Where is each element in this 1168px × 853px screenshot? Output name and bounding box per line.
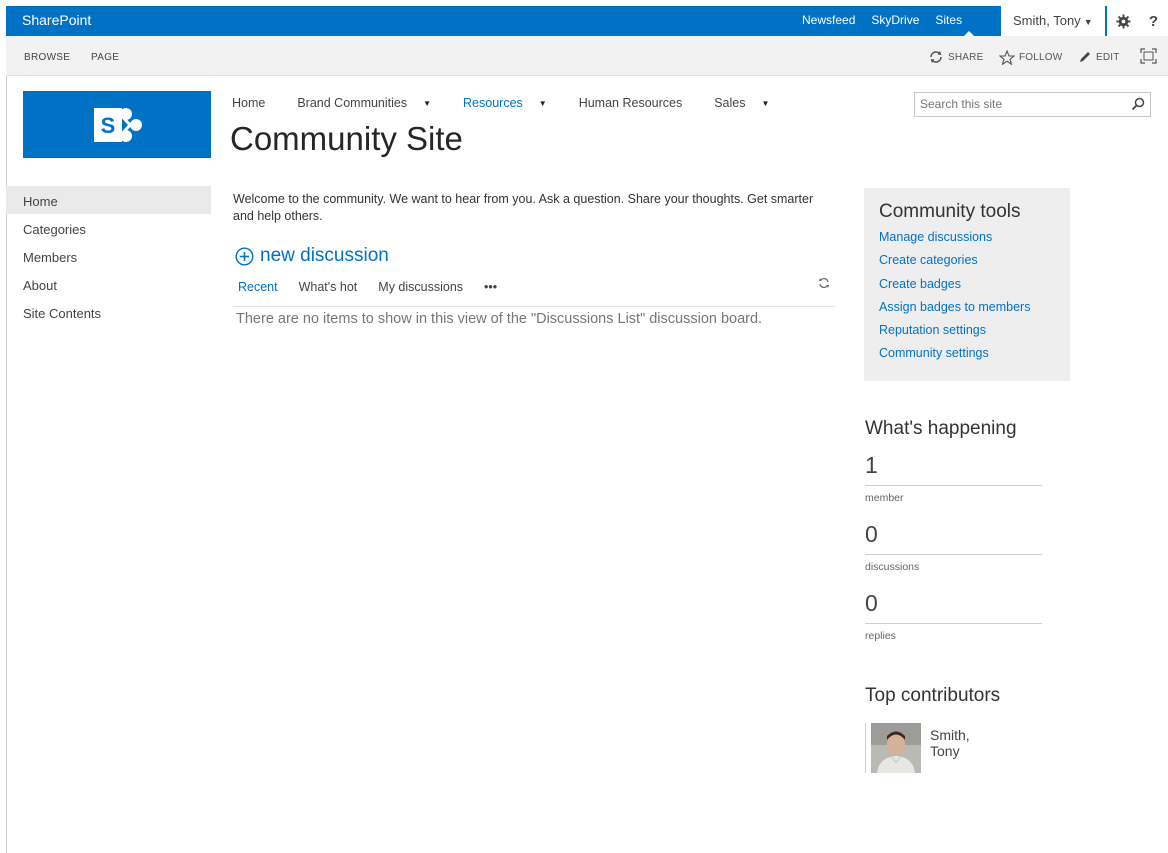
leftnav-about[interactable]: About bbox=[6, 270, 211, 298]
more-views-ellipsis-icon[interactable]: ••• bbox=[484, 280, 497, 294]
tab-page[interactable]: PAGE bbox=[91, 52, 119, 63]
contributor-name[interactable]: Smith, Tony bbox=[930, 727, 1000, 773]
quick-launch: Home Categories Members About Site Conte… bbox=[6, 186, 211, 326]
divider bbox=[865, 485, 1042, 486]
settings-gear-icon[interactable] bbox=[1107, 6, 1139, 36]
leftnav-site-contents[interactable]: Site Contents bbox=[6, 298, 211, 326]
stat-replies: 0 replies bbox=[865, 590, 1042, 659]
topnav-home-label: Home bbox=[232, 96, 266, 110]
topnav-home[interactable]: Home bbox=[232, 96, 265, 110]
star-icon bbox=[999, 50, 1015, 65]
ribbon: BROWSE PAGE SHARE FOLLOW EDIT bbox=[6, 36, 1168, 76]
view-selector: Recent What's hot My discussions ••• bbox=[238, 280, 518, 294]
manage-discussions-link[interactable]: Manage discussions bbox=[879, 230, 1070, 253]
dropdown-arrow-icon[interactable]: ▼ bbox=[762, 99, 770, 108]
community-tools-panel: Community tools Manage discussions Creat… bbox=[864, 188, 1070, 381]
topnav-resources[interactable]: Resources ▼ bbox=[463, 96, 547, 110]
top-contributors-title: Top contributors bbox=[865, 685, 1001, 706]
whats-happening-title: What's happening bbox=[865, 418, 1017, 439]
suite-links: Newsfeed SkyDrive Sites bbox=[802, 13, 978, 27]
svg-text:S: S bbox=[101, 113, 116, 138]
leftnav-home[interactable]: Home bbox=[6, 186, 211, 214]
topnav-human-resources[interactable]: Human Resources bbox=[579, 96, 683, 110]
divider bbox=[865, 623, 1042, 624]
share-label: SHARE bbox=[948, 51, 984, 63]
top-contributors-panel: Top contributors Smith, Tony bbox=[865, 685, 1001, 773]
divider bbox=[865, 554, 1042, 555]
suite-bar: SharePoint Newsfeed SkyDrive Sites Smith… bbox=[6, 6, 1168, 36]
sites-link[interactable]: Sites bbox=[935, 13, 962, 27]
stat-members: 1 member bbox=[865, 452, 1042, 521]
leftnav-members[interactable]: Members bbox=[6, 242, 211, 270]
stat-value: 0 bbox=[865, 521, 878, 547]
stat-label: replies bbox=[865, 630, 896, 642]
edit-label: EDIT bbox=[1096, 51, 1120, 63]
search-box bbox=[914, 92, 1151, 117]
stat-label: member bbox=[865, 492, 904, 504]
view-whats-hot[interactable]: What's hot bbox=[299, 280, 358, 294]
new-discussion-button[interactable]: new discussion bbox=[235, 245, 389, 267]
welcome-text: Welcome to the community. We want to hea… bbox=[233, 192, 814, 223]
view-my-discussions[interactable]: My discussions bbox=[378, 280, 463, 294]
stat-value: 0 bbox=[865, 590, 878, 616]
add-circle-icon bbox=[235, 246, 254, 266]
create-badges-link[interactable]: Create badges bbox=[879, 277, 1070, 300]
topnav-brand-communities-label: Brand Communities bbox=[297, 96, 408, 110]
top-navigation: Home Brand Communities ▼ Resources ▼ Human… bbox=[232, 96, 801, 110]
topnav-resources-label: Resources bbox=[463, 96, 523, 110]
follow-button[interactable]: FOLLOW bbox=[999, 50, 1062, 65]
dropdown-arrow-icon[interactable]: ▼ bbox=[539, 99, 547, 108]
new-discussion-label: new discussion bbox=[260, 245, 389, 266]
view-recent[interactable]: Recent bbox=[238, 280, 278, 294]
user-menu[interactable]: Smith, Tony ▼ bbox=[1001, 6, 1105, 36]
stat-discussions: 0 discussions bbox=[865, 521, 1042, 590]
site-logo[interactable]: S bbox=[23, 91, 211, 158]
create-categories-link[interactable]: Create categories bbox=[879, 253, 1070, 276]
help-icon[interactable]: ? bbox=[1139, 6, 1168, 36]
avatar[interactable] bbox=[865, 723, 921, 773]
skydrive-link[interactable]: SkyDrive bbox=[871, 13, 919, 27]
sharepoint-brand-link[interactable]: SharePoint bbox=[22, 12, 91, 28]
sharepoint-logo-icon: S bbox=[94, 107, 142, 142]
community-tools-title: Community tools bbox=[879, 201, 1021, 222]
divider bbox=[233, 306, 835, 307]
refresh-icon[interactable] bbox=[818, 277, 830, 289]
assign-badges-link[interactable]: Assign badges to members bbox=[879, 300, 1070, 323]
leftnav-categories[interactable]: Categories bbox=[6, 214, 211, 242]
page-title[interactable]: Community Site bbox=[230, 120, 463, 158]
topnav-brand-communities[interactable]: Brand Communities ▼ bbox=[297, 96, 431, 110]
caret-down-icon: ▼ bbox=[1083, 17, 1093, 27]
reputation-settings-link[interactable]: Reputation settings bbox=[879, 323, 1070, 346]
search-icon[interactable] bbox=[1131, 97, 1145, 111]
newsfeed-link[interactable]: Newsfeed bbox=[802, 13, 855, 27]
share-icon bbox=[930, 51, 942, 63]
edit-button[interactable]: EDIT bbox=[1078, 50, 1120, 64]
contributor-item: Smith, Tony bbox=[865, 723, 1000, 773]
stat-label: discussions bbox=[865, 561, 920, 573]
focus-on-content-icon[interactable] bbox=[1140, 48, 1161, 64]
community-settings-link[interactable]: Community settings bbox=[879, 346, 1070, 369]
search-input[interactable] bbox=[915, 93, 1115, 115]
whats-happening-panel: What's happening 1 member 0 discussions … bbox=[865, 418, 1042, 659]
topnav-sales-label: Sales bbox=[714, 96, 746, 110]
dropdown-arrow-icon[interactable]: ▼ bbox=[423, 99, 431, 108]
topnav-human-resources-label: Human Resources bbox=[578, 96, 683, 110]
user-name: Smith, Tony bbox=[1013, 13, 1081, 28]
share-button[interactable]: SHARE bbox=[928, 50, 983, 64]
topnav-sales[interactable]: Sales ▼ bbox=[714, 96, 769, 110]
tab-browse[interactable]: BROWSE bbox=[24, 52, 70, 63]
stat-value: 1 bbox=[865, 452, 878, 478]
pencil-icon bbox=[1080, 52, 1090, 62]
follow-label: FOLLOW bbox=[1019, 52, 1063, 63]
empty-list-message: There are no items to show in this view … bbox=[236, 311, 763, 327]
